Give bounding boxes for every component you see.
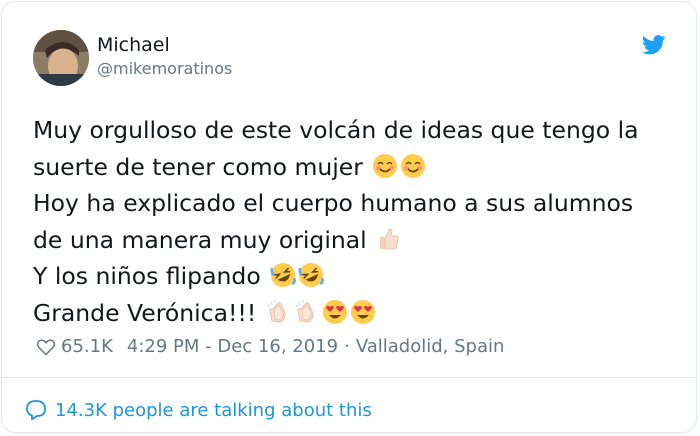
clapping-hands-icon — [295, 299, 314, 322]
speech-bubble-icon — [26, 400, 46, 421]
tweet-line: suerte de tener como mujer — [33, 149, 673, 186]
user-name[interactable]: Michael — [97, 34, 170, 56]
heart-eyes-icon — [350, 299, 375, 324]
tweet-line: Y los niños flipando — [33, 258, 673, 295]
meta-separator: · — [344, 336, 350, 357]
rolling-laughing-icon — [270, 263, 297, 287]
avatar[interactable] — [33, 30, 89, 86]
tweet-location[interactable]: Valladolid, Spain — [356, 336, 505, 357]
avatar-image — [33, 30, 89, 86]
talking-link[interactable]: 14.3K people are talking about this — [24, 398, 372, 422]
heart-icon[interactable] — [36, 337, 56, 357]
smiling-face-icon — [401, 153, 426, 178]
clapping-hands-icon — [267, 299, 286, 322]
user-handle[interactable]: @mikemoratinos — [97, 59, 232, 78]
tweet-timestamp[interactable]: 4:29 PM - Dec 16, 2019 — [127, 336, 338, 357]
smiling-face-icon — [373, 153, 398, 178]
tweet-line: Hoy ha explicado el cuerpo humano a sus … — [33, 189, 634, 217]
tweet-line: de una manera muy original — [33, 222, 673, 259]
tweet-meta: 65.1K 4:29 PM - Dec 16, 2019 · Valladoli… — [36, 336, 504, 357]
talking-text[interactable]: 14.3K people are talking about this — [55, 400, 372, 421]
thumbs-up-icon — [380, 228, 399, 249]
heart-eyes-icon — [322, 299, 347, 324]
tweet-line: Grande Verónica!!! — [33, 295, 673, 332]
tweet-line: Muy orgulloso de este volcán de ideas qu… — [33, 116, 639, 144]
rolling-laughing-icon — [298, 263, 325, 287]
divider — [1, 377, 697, 378]
twitter-bird-icon[interactable] — [642, 34, 666, 56]
like-count[interactable]: 65.1K — [61, 336, 113, 357]
tweet-text: Muy orgulloso de este volcán de ideas qu… — [33, 112, 673, 331]
